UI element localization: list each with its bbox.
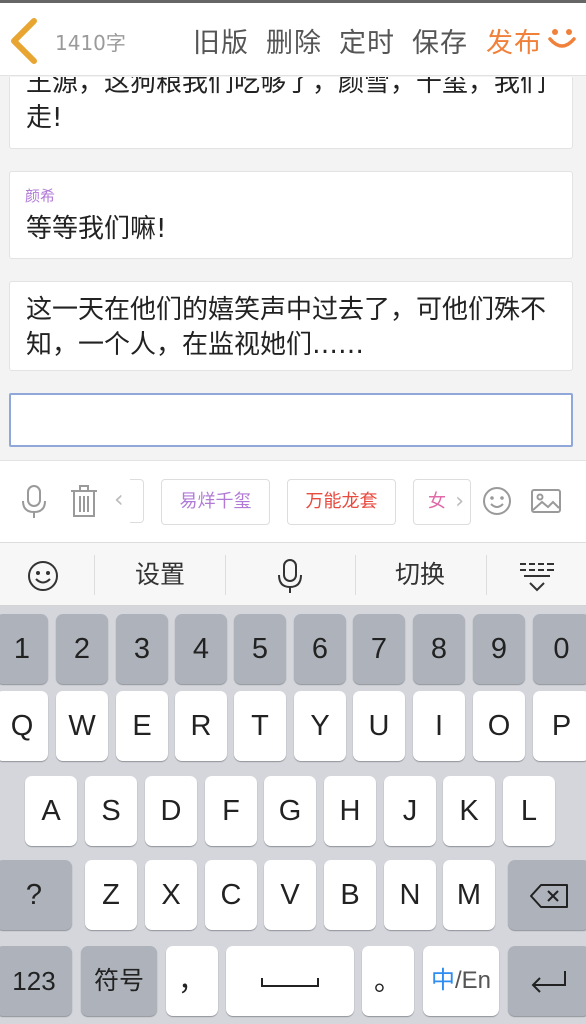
message-text: 王源，这狗粮我们吃够了，颜雪，千玺，我们走! [26, 77, 547, 133]
save-button[interactable]: 保存 [412, 21, 468, 60]
back-arrow-icon[interactable] [2, 15, 46, 67]
space-icon [261, 978, 319, 988]
character-chip[interactable]: 女 › [413, 479, 471, 525]
key-h[interactable]: H [324, 776, 376, 846]
smile-icon [547, 27, 577, 51]
space-key[interactable] [226, 946, 354, 1016]
key-e[interactable]: E [116, 691, 168, 761]
chip-edge [130, 479, 144, 523]
key-j[interactable]: J [384, 776, 436, 846]
lang-chinese-label: 中 [430, 967, 455, 994]
divider [486, 555, 487, 595]
delete-button[interactable]: 删除 [266, 21, 322, 60]
editor-toolbar: ‹ 易烊千玺 万能龙套 女 › [0, 460, 586, 542]
message-card[interactable]: 颜希 等等我们嘛! [9, 171, 573, 259]
microphone-icon[interactable] [19, 483, 49, 519]
enter-key[interactable] [508, 946, 586, 1016]
language-toggle-key[interactable]: 中/En [423, 946, 499, 1016]
trash-icon[interactable] [69, 483, 99, 519]
key-s[interactable]: S [85, 776, 137, 846]
key-c[interactable]: C [205, 860, 257, 930]
character-chip[interactable]: 易烊千玺 [161, 479, 270, 525]
message-input[interactable] [9, 393, 573, 447]
key-n[interactable]: N [384, 860, 436, 930]
key-i[interactable]: I [413, 691, 465, 761]
key-x[interactable]: X [145, 860, 197, 930]
key-9[interactable]: 9 [473, 614, 525, 684]
key-d[interactable]: D [145, 776, 197, 846]
key-w[interactable]: W [56, 691, 108, 761]
old-version-button[interactable]: 旧版 [193, 21, 249, 60]
key-l[interactable]: L [503, 776, 555, 846]
symbols-key[interactable]: 符号 [81, 946, 157, 1016]
chevron-left-icon[interactable]: ‹ [114, 485, 124, 513]
key-question[interactable]: ? [0, 860, 72, 930]
schedule-button[interactable]: 定时 [339, 21, 395, 60]
backspace-key[interactable] [508, 860, 586, 930]
key-3[interactable]: 3 [116, 614, 168, 684]
key-f[interactable]: F [205, 776, 257, 846]
key-2[interactable]: 2 [56, 614, 108, 684]
chevron-right-icon: › [455, 489, 464, 514]
key-m[interactable]: M [443, 860, 495, 930]
divider [94, 555, 95, 595]
key-o[interactable]: O [473, 691, 525, 761]
character-name: 颜希 [25, 187, 56, 205]
return-icon [531, 971, 566, 994]
character-chip[interactable]: 万能龙套 [287, 479, 396, 525]
hide-keyboard-icon[interactable] [506, 543, 568, 607]
key-a[interactable]: A [25, 776, 77, 846]
key-t[interactable]: T [234, 691, 286, 761]
key-k[interactable]: K [443, 776, 495, 846]
key-g[interactable]: G [264, 776, 316, 846]
key-v[interactable]: V [264, 860, 316, 930]
key-u[interactable]: U [353, 691, 405, 761]
character-chip-label: 女 [428, 491, 446, 512]
key-4[interactable]: 4 [175, 614, 227, 684]
story-content: 王源，这狗粮我们吃够了，颜雪，千玺，我们走! 颜希 等等我们嘛! 这一天在他们的… [0, 77, 586, 460]
key-q[interactable]: Q [0, 691, 48, 761]
key-0[interactable]: 0 [533, 614, 586, 684]
period-key[interactable]: 。 [362, 946, 414, 1016]
keyboard-top-bar: 设置 切换 [0, 542, 586, 606]
keyboard: 1 2 3 4 5 6 7 8 9 0 Q W E R T Y U I O P … [0, 606, 586, 1024]
message-text: 这一天在他们的嬉笑声中过去了，可他们殊不知，一个人，在监视她们…… [26, 295, 547, 360]
keyboard-settings-button[interactable]: 设置 [96, 543, 224, 607]
message-card[interactable]: 这一天在他们的嬉笑声中过去了，可他们殊不知，一个人，在监视她们…… [9, 281, 573, 371]
publish-button[interactable]: 发布 [486, 21, 542, 60]
key-r[interactable]: R [175, 691, 227, 761]
keyboard-switch-button[interactable]: 切换 [356, 543, 484, 607]
voice-input-icon[interactable] [226, 543, 354, 607]
emoji-icon[interactable] [482, 483, 512, 519]
key-y[interactable]: Y [294, 691, 346, 761]
emoji-keyboard-icon[interactable] [14, 543, 72, 607]
key-p[interactable]: P [533, 691, 586, 761]
lang-english-label: /En [454, 967, 492, 994]
key-z[interactable]: Z [85, 860, 137, 930]
image-icon[interactable] [530, 483, 561, 519]
key-5[interactable]: 5 [234, 614, 286, 684]
numbers-mode-key[interactable]: 123 [0, 946, 72, 1016]
key-8[interactable]: 8 [413, 614, 465, 684]
backspace-icon [530, 884, 568, 909]
word-count: 1410字 [55, 31, 126, 55]
message-text: 等等我们嘛! [26, 214, 167, 244]
message-card[interactable]: 王源，这狗粮我们吃够了，颜雪，千玺，我们走! [9, 77, 573, 149]
comma-key[interactable]: ， [166, 946, 218, 1016]
key-7[interactable]: 7 [353, 614, 405, 684]
key-1[interactable]: 1 [0, 614, 48, 684]
top-bar: 1410字 旧版 删除 定时 保存 发布 [0, 0, 586, 76]
key-b[interactable]: B [324, 860, 376, 930]
key-6[interactable]: 6 [294, 614, 346, 684]
